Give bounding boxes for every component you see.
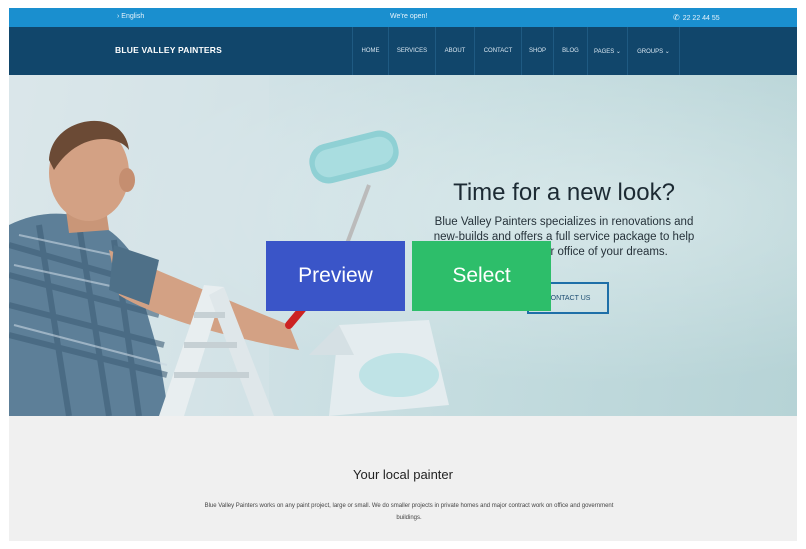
top-bar: › English We're open! ✆ 22 22 44 55 xyxy=(9,8,797,27)
section-body-line: Blue Valley Painters works on any paint … xyxy=(204,503,614,509)
phone-icon: ✆ xyxy=(673,13,680,22)
section-title: Your local painter xyxy=(353,467,453,482)
nav-item-services[interactable]: SERVICES xyxy=(388,27,435,75)
hero-subtitle-line: Blue Valley Painters specializes in reno… xyxy=(434,216,694,228)
nav-item-about[interactable]: ABOUT xyxy=(435,27,474,75)
nav-item-pages[interactable]: PAGES ⌄ xyxy=(587,27,627,75)
nav-item-home[interactable]: HOME xyxy=(352,27,388,75)
nav-item-shop[interactable]: SHOP xyxy=(521,27,553,75)
section-body-line: buildings. xyxy=(396,515,422,521)
nav-menu: HOME SERVICES ABOUT CONTACT SHOP BLOG PA… xyxy=(352,27,680,75)
language-selector[interactable]: › English xyxy=(117,13,144,20)
preview-button[interactable]: Preview xyxy=(266,241,405,311)
open-status: We're open! xyxy=(390,13,428,20)
brand-logo[interactable]: BLUE VALLEY PAINTERS xyxy=(115,45,222,55)
select-button[interactable]: Select xyxy=(412,241,551,311)
intro-section: Your local painter Blue Valley Painters … xyxy=(9,416,797,541)
section-body: Blue Valley Painters works on any paint … xyxy=(164,500,654,524)
nav-item-contact[interactable]: CONTACT xyxy=(474,27,521,75)
hero-title: Time for a new look? xyxy=(453,179,675,206)
nav-item-groups[interactable]: GROUPS ⌄ xyxy=(627,27,680,75)
phone-contact[interactable]: ✆ 22 22 44 55 xyxy=(673,13,720,22)
main-navbar: BLUE VALLEY PAINTERS HOME SERVICES ABOUT… xyxy=(9,27,797,75)
phone-number: 22 22 44 55 xyxy=(682,15,720,22)
page-frame: › English We're open! ✆ 22 22 44 55 BLUE … xyxy=(9,8,797,541)
nav-item-blog[interactable]: BLOG xyxy=(553,27,587,75)
